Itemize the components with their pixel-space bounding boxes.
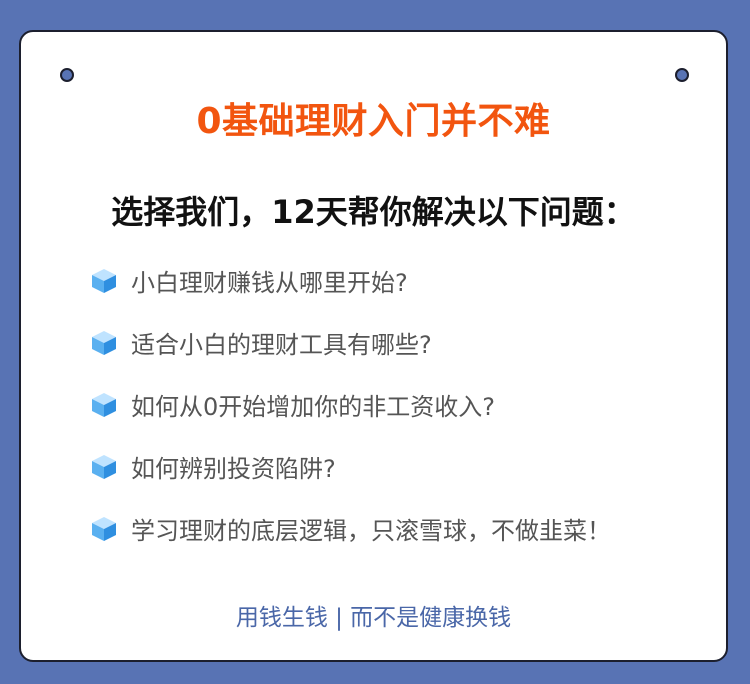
list-item-text: 学习理财的底层逻辑，只滚雪球，不做韭菜！ <box>131 517 611 545</box>
info-card: 0基础理财入门并不难 选择我们，12天帮你解决以下问题： 小白理财赚钱从哪里开始… <box>19 30 728 662</box>
list-item-text: 如何从0开始增加你的非工资收入? <box>131 393 496 421</box>
cube-icon <box>92 516 116 541</box>
list-item: 如何辨别投资陷阱? <box>91 448 611 485</box>
list-item-text: 小白理财赚钱从哪里开始? <box>131 269 408 297</box>
punch-hole-left <box>60 68 74 82</box>
list-item: 适合小白的理财工具有哪些? <box>91 324 611 361</box>
list-item: 如何从0开始增加你的非工资收入? <box>91 386 611 423</box>
footer-slogan: 用钱生钱 | 而不是健康换钱 <box>235 605 512 631</box>
punch-hole-right <box>675 68 689 82</box>
headline: 0基础理财入门并不难 <box>196 101 551 142</box>
list-item-text: 如何辨别投资陷阱? <box>131 455 336 483</box>
cube-icon <box>92 392 116 417</box>
cube-icon <box>92 454 116 479</box>
list-item: 学习理财的底层逻辑，只滚雪球，不做韭菜！ <box>91 510 611 547</box>
cube-icon <box>92 268 116 293</box>
list-item: 小白理财赚钱从哪里开始? <box>91 262 611 299</box>
list-item-text: 适合小白的理财工具有哪些? <box>131 331 432 359</box>
subtitle: 选择我们，12天帮你解决以下问题： <box>111 193 636 231</box>
question-list: 小白理财赚钱从哪里开始? 适合小白的理财工具有哪些? 如何从0开始增加你的非工资… <box>91 262 611 572</box>
cube-icon <box>92 330 116 355</box>
